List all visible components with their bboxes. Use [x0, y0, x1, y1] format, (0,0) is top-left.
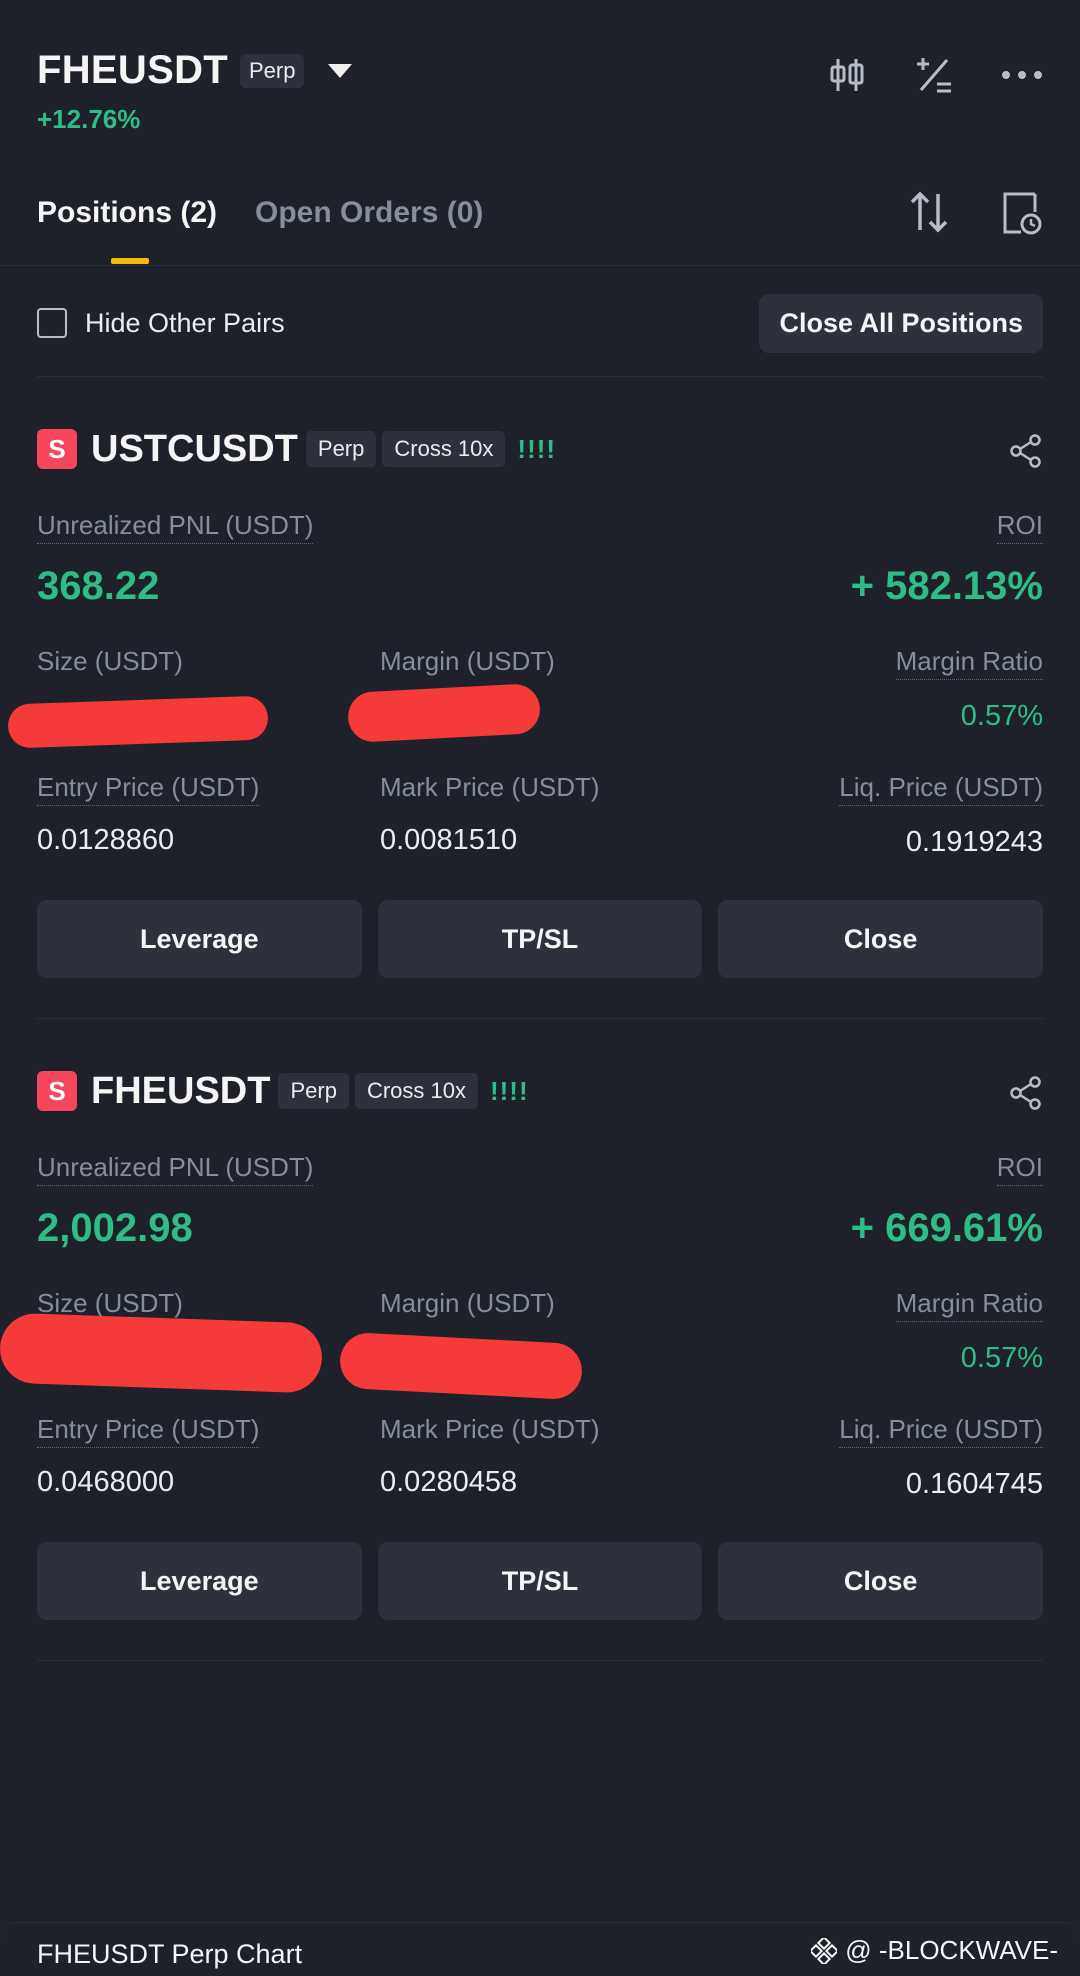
position-header: S USTCUSDT Perp Cross 10x !!!!: [37, 424, 1043, 474]
entry-price-label[interactable]: Entry Price (USDT): [37, 772, 260, 806]
roi-value: + 669.61%: [850, 1206, 1043, 1250]
position-contract-tag: Perp: [278, 1073, 349, 1109]
short-side-badge: S: [37, 1071, 77, 1111]
close-all-positions-button[interactable]: Close All Positions: [759, 293, 1043, 353]
margin-label: Margin (USDT): [380, 1288, 555, 1318]
history-icon[interactable]: [1001, 190, 1043, 236]
symbol-name: FHEUSDT: [37, 48, 228, 92]
entry-price-label[interactable]: Entry Price (USDT): [37, 1414, 260, 1448]
liq-price-value: 0.1919243: [905, 826, 1043, 858]
position-actions: Leverage TP/SL Close: [37, 900, 1044, 978]
close-position-button[interactable]: Close: [718, 900, 1044, 978]
caret-down-icon[interactable]: [328, 63, 353, 78]
short-side-badge: S: [37, 429, 77, 469]
unrealized-pnl-value: 2,002.98: [37, 1206, 193, 1250]
size-label: Size (USDT): [37, 646, 183, 676]
position-actions: Leverage TP/SL Close: [37, 1542, 1044, 1620]
filter-row: Hide Other Pairs Close All Positions: [37, 293, 1043, 353]
price-change: +12.76%: [37, 104, 141, 134]
hide-other-pairs-checkbox[interactable]: [37, 308, 67, 338]
share-icon[interactable]: [1009, 1076, 1043, 1110]
entry-price-value: 0.0468000: [37, 1466, 175, 1498]
redaction-mark: [346, 683, 542, 743]
share-icon[interactable]: [1009, 434, 1043, 468]
leverage-button[interactable]: Leverage: [37, 1542, 362, 1620]
position-symbol[interactable]: USTCUSDT: [91, 428, 298, 471]
position-margin-mode[interactable]: Cross 10x: [354, 1073, 478, 1109]
chart-drawer-title: FHEUSDT Perp Chart: [37, 1939, 303, 1969]
margin-ratio-value: 0.57%: [960, 1342, 1043, 1374]
roi-label[interactable]: ROI: [996, 1152, 1043, 1186]
section-divider: [37, 1018, 1043, 1019]
binance-logo-icon: [811, 1937, 838, 1964]
margin-ratio-label[interactable]: Margin Ratio: [895, 1288, 1043, 1322]
active-tab-indicator: [111, 258, 149, 264]
margin-label: Margin (USDT): [380, 646, 555, 676]
tab-divider: [0, 265, 1080, 266]
leverage-button[interactable]: Leverage: [37, 900, 362, 978]
positions-screen: FHEUSDT Perp +12.76% Positions (2) Open …: [0, 0, 1080, 1976]
unrealized-pnl-label[interactable]: Unrealized PNL (USDT): [37, 1152, 314, 1186]
tab-positions[interactable]: Positions (2): [37, 196, 217, 230]
calculator-icon[interactable]: [913, 54, 955, 96]
header: FHEUSDT Perp +12.76%: [37, 48, 1043, 143]
roi-label[interactable]: ROI: [996, 510, 1043, 544]
entry-price-value: 0.0128860: [37, 824, 175, 856]
liq-price-value: 0.1604745: [905, 1468, 1043, 1500]
section-divider: [37, 376, 1043, 377]
close-position-button[interactable]: Close: [718, 1542, 1044, 1620]
hide-other-pairs-toggle[interactable]: Hide Other Pairs: [37, 308, 285, 339]
contract-tag: Perp: [240, 53, 305, 88]
mark-price-value: 0.0280458: [380, 1466, 518, 1498]
tab-bar: Positions (2) Open Orders (0): [37, 196, 483, 230]
sort-icon[interactable]: [909, 190, 949, 234]
mark-price-label: Mark Price (USDT): [380, 772, 600, 802]
redaction-mark: [0, 1312, 324, 1394]
redaction-mark: [7, 695, 269, 749]
candlestick-chart-icon[interactable]: [827, 55, 867, 95]
risk-bars-icon: !!!!: [489, 1075, 529, 1106]
unrealized-pnl-value: 368.22: [37, 564, 160, 608]
roi-value: + 582.13%: [850, 564, 1043, 608]
position-symbol[interactable]: FHEUSDT: [91, 1070, 270, 1113]
position-margin-mode[interactable]: Cross 10x: [382, 431, 506, 467]
tpsl-button[interactable]: TP/SL: [377, 900, 703, 978]
section-divider: [37, 1660, 1043, 1661]
position-header: S FHEUSDT Perp Cross 10x !!!!: [37, 1066, 1043, 1116]
watermark: @ -BLOCKWAVE-: [811, 1935, 1058, 1966]
liq-price-label[interactable]: Liq. Price (USDT): [839, 772, 1043, 806]
unrealized-pnl-label[interactable]: Unrealized PNL (USDT): [37, 510, 314, 544]
tab-open-orders[interactable]: Open Orders (0): [255, 196, 483, 230]
hide-other-pairs-label: Hide Other Pairs: [85, 307, 285, 338]
chart-drawer[interactable]: FHEUSDT Perp Chart @ -BLOCKWAVE-: [0, 1922, 1080, 1976]
margin-ratio-label[interactable]: Margin Ratio: [895, 646, 1043, 680]
liq-price-label[interactable]: Liq. Price (USDT): [839, 1414, 1043, 1448]
margin-ratio-value: 0.57%: [960, 700, 1043, 732]
mark-price-value: 0.0081510: [380, 824, 518, 856]
watermark-text: @ -BLOCKWAVE-: [845, 1935, 1058, 1965]
risk-bars-icon: !!!!: [517, 433, 557, 464]
position-contract-tag: Perp: [305, 431, 377, 467]
more-icon[interactable]: [1001, 69, 1043, 81]
tpsl-button[interactable]: TP/SL: [377, 1542, 703, 1620]
mark-price-label: Mark Price (USDT): [380, 1414, 600, 1444]
